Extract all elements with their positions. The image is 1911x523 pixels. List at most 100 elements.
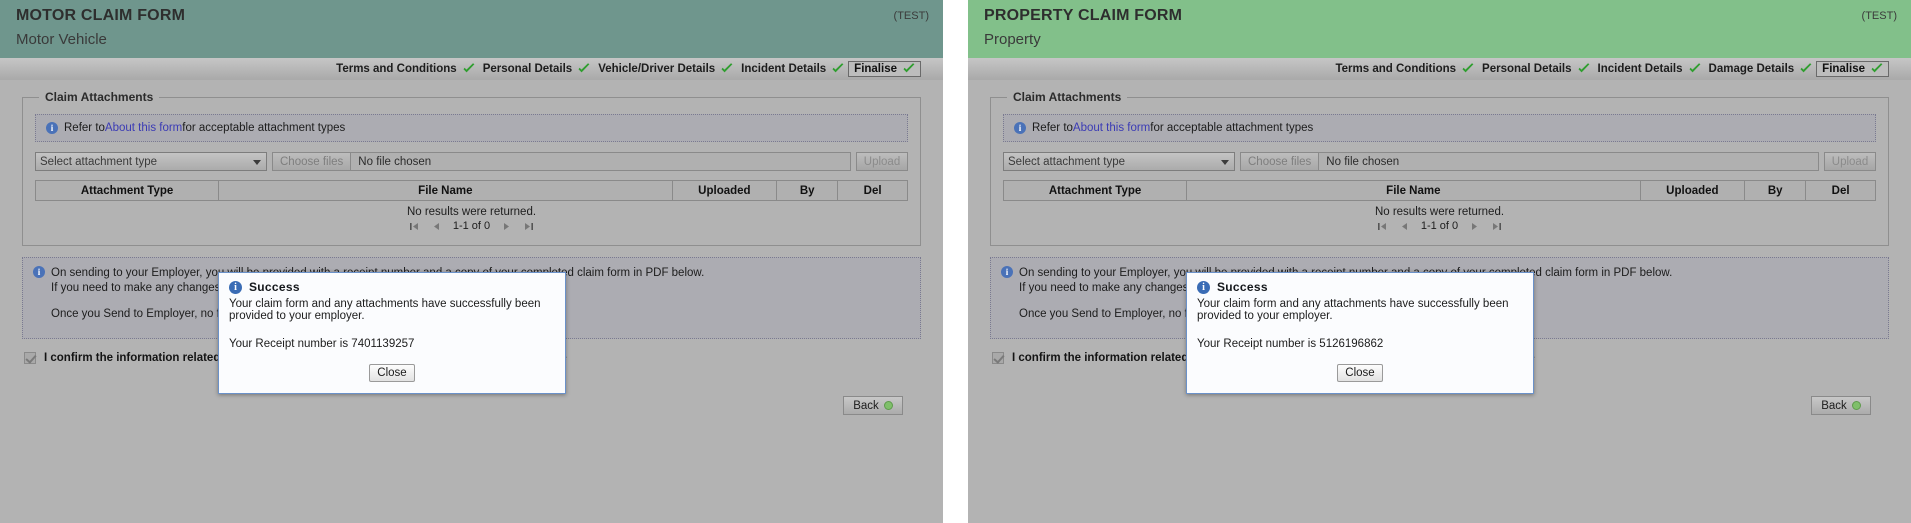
column-by: By xyxy=(776,180,839,201)
confirm-checkbox[interactable] xyxy=(992,352,1004,364)
upload-button[interactable]: Upload xyxy=(856,152,908,171)
attachments-table: Attachment Type File Name Uploaded By De… xyxy=(34,180,908,201)
back-button[interactable]: Back xyxy=(1811,396,1871,415)
page-subtitle: Property xyxy=(984,31,1041,48)
column-file-name: File Name xyxy=(1186,180,1641,201)
step-damage-details[interactable]: Damage Details xyxy=(1705,63,1817,75)
step-label: Incident Details xyxy=(741,63,827,75)
column-by: By xyxy=(1744,180,1807,201)
step-vehicle-driver-details[interactable]: Vehicle/Driver Details xyxy=(594,63,737,75)
note-prefix: Refer to xyxy=(64,122,105,134)
close-button[interactable]: Close xyxy=(369,364,415,382)
dual-claim-form-screen: MOTOR CLAIM FORM Motor Vehicle (TEST) Te… xyxy=(0,0,1911,523)
info-icon: i xyxy=(1197,280,1210,294)
choose-files-button[interactable]: Choose files xyxy=(1241,153,1320,170)
check-icon xyxy=(1870,63,1884,75)
previous-page-icon[interactable] xyxy=(1399,221,1410,232)
step-terms-and-conditions[interactable]: Terms and Conditions xyxy=(1331,63,1478,75)
column-file-name: File Name xyxy=(218,180,673,201)
step-incident-details[interactable]: Incident Details xyxy=(737,63,848,75)
file-status-text: No file chosen xyxy=(358,155,432,168)
note-prefix: Refer to xyxy=(1032,122,1073,134)
step-finalise[interactable]: Finalise xyxy=(1816,61,1889,77)
page-info: 1-1 of 0 xyxy=(452,220,491,232)
dialog-message: Your claim form and any attachments have… xyxy=(1197,298,1509,322)
step-finalise[interactable]: Finalise xyxy=(848,61,921,77)
column-uploaded: Uploaded xyxy=(1639,180,1746,201)
step-label: Personal Details xyxy=(1482,63,1572,75)
next-page-icon[interactable] xyxy=(501,221,512,232)
info-icon: i xyxy=(1014,122,1026,134)
check-icon xyxy=(462,63,476,75)
back-button-label: Back xyxy=(1821,399,1847,412)
check-icon xyxy=(577,63,591,75)
arrow-circle-icon xyxy=(1851,401,1861,410)
property-app-header: PROPERTY CLAIM FORM Property (TEST) xyxy=(968,0,1911,58)
table-pagination: 1-1 of 0 xyxy=(1003,220,1876,235)
claim-attachments-legend: Claim Attachments xyxy=(45,90,154,104)
dialog-footer: Close xyxy=(1187,354,1533,393)
step-personal-details[interactable]: Personal Details xyxy=(1478,63,1593,75)
column-attachment-type: Attachment Type xyxy=(34,180,220,201)
success-dialog-motor: i Success Your claim form and any attach… xyxy=(218,272,566,394)
last-page-icon[interactable] xyxy=(523,221,534,232)
dialog-body: Your claim form and any attachments have… xyxy=(1187,298,1533,354)
file-input[interactable]: Choose files No file chosen xyxy=(272,152,851,171)
info-icon: i xyxy=(33,266,45,278)
claim-attachments-group: Claim Attachments i Refer to About this … xyxy=(22,90,921,246)
step-personal-details[interactable]: Personal Details xyxy=(479,63,594,75)
about-this-form-link[interactable]: About this form xyxy=(105,122,182,134)
file-input[interactable]: Choose files No file chosen xyxy=(1240,152,1819,171)
property-footer: Back xyxy=(990,396,1889,415)
step-navigation-property: Terms and Conditions Personal Details In… xyxy=(968,58,1911,80)
step-terms-and-conditions[interactable]: Terms and Conditions xyxy=(332,63,479,75)
page-title: MOTOR CLAIM FORM xyxy=(16,7,186,24)
property-claim-panel: PROPERTY CLAIM FORM Property (TEST) Term… xyxy=(968,0,1911,523)
check-icon xyxy=(1799,63,1813,75)
previous-page-icon[interactable] xyxy=(431,221,442,232)
next-page-icon[interactable] xyxy=(1469,221,1480,232)
motor-claim-panel: MOTOR CLAIM FORM Motor Vehicle (TEST) Te… xyxy=(0,0,943,523)
attachment-type-select[interactable]: Select attachment type xyxy=(35,152,267,171)
step-incident-details[interactable]: Incident Details xyxy=(1594,63,1705,75)
page-info: 1-1 of 0 xyxy=(1420,220,1459,232)
claim-attachments-legend: Claim Attachments xyxy=(1013,90,1122,104)
attachment-type-value: Select attachment type xyxy=(1008,155,1125,168)
last-page-icon[interactable] xyxy=(1491,221,1502,232)
dialog-body: Your claim form and any attachments have… xyxy=(219,298,565,354)
page-title: PROPERTY CLAIM FORM xyxy=(984,7,1183,24)
table-pagination: 1-1 of 0 xyxy=(35,220,908,235)
panel-divider xyxy=(943,0,968,523)
step-label: Vehicle/Driver Details xyxy=(598,63,716,75)
dialog-title: Success xyxy=(249,280,300,294)
table-header-row: Attachment Type File Name Uploaded By De… xyxy=(34,180,908,201)
table-header-row: Attachment Type File Name Uploaded By De… xyxy=(1002,180,1876,201)
first-page-icon[interactable] xyxy=(1377,221,1388,232)
claim-attachments-group: Claim Attachments i Refer to About this … xyxy=(990,90,1889,246)
check-icon xyxy=(1461,63,1475,75)
first-page-icon[interactable] xyxy=(409,221,420,232)
table-empty-message: No results were returned. xyxy=(1374,206,1505,218)
dialog-header: i Success xyxy=(219,273,565,298)
column-del: Del xyxy=(837,180,908,201)
choose-files-button[interactable]: Choose files xyxy=(273,153,352,170)
close-button[interactable]: Close xyxy=(1337,364,1383,382)
dialog-footer: Close xyxy=(219,354,565,393)
attachment-upload-row: Select attachment type Choose files No f… xyxy=(35,152,908,171)
step-label: Damage Details xyxy=(1708,63,1795,75)
about-this-form-link[interactable]: About this form xyxy=(1073,122,1150,134)
back-button[interactable]: Back xyxy=(843,396,903,415)
upload-button[interactable]: Upload xyxy=(1824,152,1876,171)
info-icon: i xyxy=(229,280,242,294)
test-badge: (TEST) xyxy=(1861,10,1897,22)
step-label: Finalise xyxy=(854,63,897,75)
attachment-type-select[interactable]: Select attachment type xyxy=(1003,152,1235,171)
chevron-down-icon xyxy=(253,159,261,165)
note-suffix: for acceptable attachment types xyxy=(182,122,346,134)
confirm-checkbox[interactable] xyxy=(24,352,36,364)
check-icon xyxy=(720,63,734,75)
dialog-header: i Success xyxy=(1187,273,1533,298)
back-button-label: Back xyxy=(853,399,879,412)
step-label: Terms and Conditions xyxy=(1335,63,1457,75)
motor-footer: Back xyxy=(22,396,921,415)
